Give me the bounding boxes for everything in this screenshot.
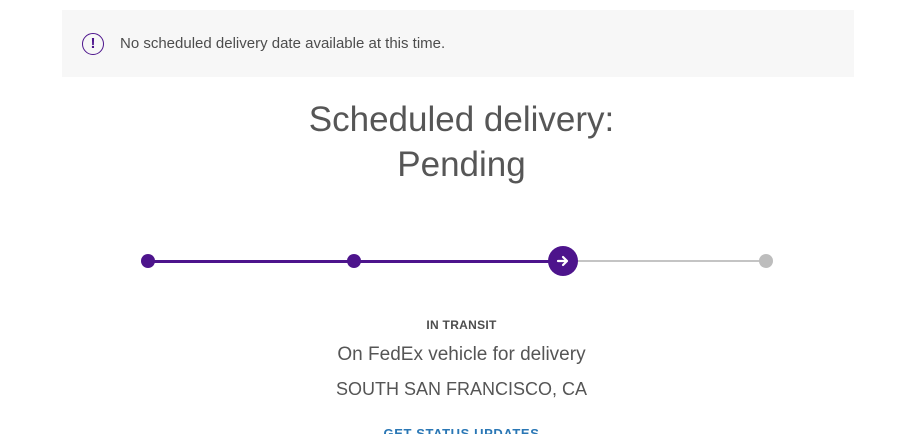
status-label: IN TRANSIT: [426, 318, 497, 332]
shipment-progress-tracker: [0, 240, 923, 282]
scheduled-delivery-heading: Scheduled delivery:: [308, 100, 615, 139]
arrow-right-icon: [556, 255, 569, 267]
status-location: SOUTH SAN FRANCISCO, CA: [335, 379, 588, 399]
step-delivered: [759, 254, 773, 268]
status-description: On FedEx vehicle for delivery: [337, 344, 586, 365]
step-on-the-way: [347, 254, 361, 268]
exclamation-circle-icon: !: [82, 32, 104, 55]
shipment-status-page: ! No scheduled delivery date available a…: [0, 0, 923, 434]
step-picked-up: [141, 254, 155, 268]
step-in-transit-current: [548, 246, 578, 276]
scheduled-delivery-value: Pending: [397, 145, 526, 184]
alert-message: No scheduled delivery date available at …: [120, 35, 446, 52]
get-status-updates-link[interactable]: GET STATUS UPDATES: [0, 426, 923, 434]
progress-line-pending: [564, 260, 766, 262]
no-delivery-date-alert: ! No scheduled delivery date available a…: [62, 10, 854, 77]
